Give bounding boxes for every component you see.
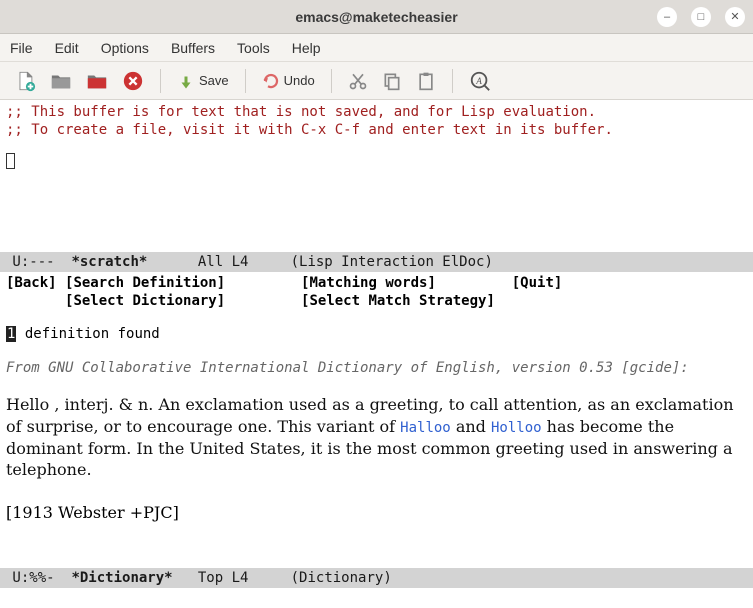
definition-body: Hello , interj. & n. An exclamation used…	[6, 394, 747, 481]
toolbar-separator	[331, 69, 332, 93]
scissors-icon	[348, 71, 368, 91]
maximize-button[interactable]: □	[691, 7, 711, 27]
search-a-icon: A	[469, 70, 491, 92]
close-circle-icon	[122, 70, 144, 92]
dict-select-dict-button[interactable]: [Select Dictionary]	[65, 293, 225, 309]
copy-button[interactable]	[382, 68, 402, 94]
scratch-buffer[interactable]: ;; This buffer is for text that is not s…	[0, 100, 753, 252]
search-button[interactable]: A	[469, 68, 491, 94]
paste-button[interactable]	[416, 68, 436, 94]
modeline-position: All L4	[147, 254, 290, 270]
dict-back-button[interactable]: [Back]	[6, 275, 57, 291]
minimize-button[interactable]: –	[657, 7, 677, 27]
menu-buffers[interactable]: Buffers	[171, 40, 215, 56]
scratch-comment: ;; This buffer is for text that is not s…	[6, 104, 747, 122]
dict-select-strategy-button[interactable]: [Select Match Strategy]	[301, 293, 495, 309]
modeline-mode: (Lisp Interaction ElDoc)	[291, 254, 493, 270]
link-holloo[interactable]: Holloo	[491, 420, 542, 436]
toolbar-separator	[245, 69, 246, 93]
window-controls: – □ ✕	[657, 7, 745, 27]
dict-matching-button[interactable]: [Matching words]	[301, 275, 436, 291]
dictionary-toolbar: [Back] [Search Definition] [Matching wor…	[0, 272, 753, 312]
menu-tools[interactable]: Tools	[237, 40, 270, 56]
undo-icon	[262, 72, 280, 90]
link-halloo[interactable]: Halloo	[400, 420, 451, 436]
save-icon	[177, 72, 195, 90]
modeline-status: U:---	[4, 254, 71, 270]
menu-help[interactable]: Help	[292, 40, 321, 56]
toolbar: Save Undo A	[0, 62, 753, 100]
modeline-position: Top L4	[173, 570, 291, 586]
folder-red-icon	[86, 70, 108, 92]
open-folder-button[interactable]	[86, 68, 108, 94]
dict-quit-button[interactable]: [Quit]	[512, 275, 563, 291]
modeline-scratch[interactable]: U:--- *scratch* All L4 (Lisp Interaction…	[0, 252, 753, 272]
scratch-comment: ;; To create a file, visit it with C-x C…	[6, 122, 747, 140]
dictionary-source: From GNU Collaborative International Dic…	[6, 360, 747, 376]
menubar: File Edit Options Buffers Tools Help	[0, 34, 753, 62]
save-button[interactable]: Save	[177, 68, 229, 94]
new-file-button[interactable]	[14, 68, 36, 94]
close-button[interactable]: ✕	[725, 7, 745, 27]
undo-button[interactable]: Undo	[262, 68, 315, 94]
toolbar-separator	[452, 69, 453, 93]
menu-options[interactable]: Options	[101, 40, 149, 56]
definition-count: 1 definition found	[6, 326, 747, 342]
menu-edit[interactable]: Edit	[55, 40, 79, 56]
undo-label: Undo	[284, 73, 315, 88]
modeline-mode: (Dictionary)	[291, 570, 392, 586]
text-cursor	[6, 153, 15, 169]
close-file-button[interactable]	[122, 68, 144, 94]
modeline-buffer-name: *scratch*	[71, 254, 147, 270]
save-label: Save	[199, 73, 229, 88]
new-file-icon	[14, 70, 36, 92]
modeline-dictionary[interactable]: U:%%- *Dictionary* Top L4 (Dictionary)	[0, 568, 753, 588]
definition-attribution: [1913 Webster +PJC]	[6, 503, 747, 522]
window-title: emacs@maketecheasier	[0, 9, 753, 25]
window-titlebar: emacs@maketecheasier – □ ✕	[0, 0, 753, 34]
open-file-button[interactable]	[50, 68, 72, 94]
svg-text:A: A	[475, 75, 482, 85]
modeline-status: U:%%-	[4, 570, 71, 586]
menu-file[interactable]: File	[10, 40, 33, 56]
folder-icon	[50, 70, 72, 92]
toolbar-separator	[160, 69, 161, 93]
modeline-buffer-name: *Dictionary*	[71, 570, 172, 586]
dict-search-button[interactable]: [Search Definition]	[65, 275, 225, 291]
copy-icon	[382, 71, 402, 91]
minibuffer[interactable]	[0, 588, 753, 608]
paste-icon	[416, 71, 436, 91]
count-highlight: 1	[6, 326, 16, 342]
dictionary-buffer[interactable]: 1 definition found From GNU Collaborativ…	[0, 312, 753, 568]
cut-button[interactable]	[348, 68, 368, 94]
